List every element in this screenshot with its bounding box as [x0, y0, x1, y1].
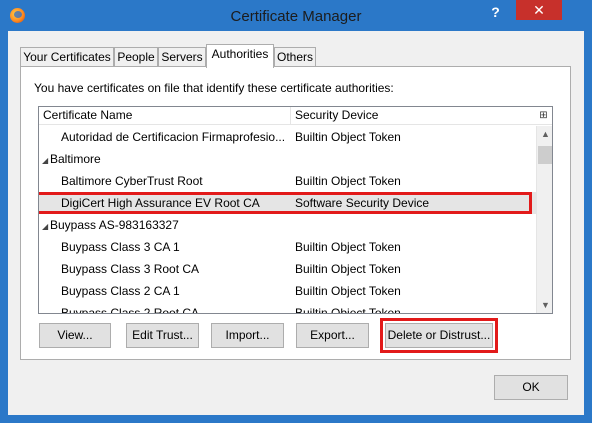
- tab-your-certificates[interactable]: Your Certificates: [20, 47, 114, 67]
- certificate-manager-window: Certificate Manager ? ✕ Your Certificate…: [0, 0, 592, 423]
- close-button[interactable]: ✕: [516, 0, 562, 20]
- cert-name: Buypass Class 2 CA 1: [61, 284, 180, 298]
- dialog-body: Your Certificates People Servers Authori…: [8, 31, 584, 415]
- tree-header: Certificate Name Security Device ⊞: [39, 107, 552, 125]
- cert-device: Builtin Object Token: [295, 262, 401, 276]
- cert-row[interactable]: Buypass Class 2 Root CA Builtin Object T…: [39, 302, 536, 314]
- cert-row[interactable]: Buypass Class 3 Root CA Builtin Object T…: [39, 258, 536, 280]
- scroll-up-icon[interactable]: ▲: [537, 126, 552, 143]
- expand-triangle-icon[interactable]: ◢: [42, 150, 50, 172]
- tab-others[interactable]: Others: [274, 47, 316, 67]
- cert-name: Autoridad de Certificacion Firmaprofesio…: [61, 130, 286, 144]
- group-label: ◢ Buypass AS-983163327: [42, 214, 270, 238]
- group-name: Baltimore: [50, 152, 101, 166]
- cert-name: Buypass Class 3 Root CA: [61, 262, 200, 276]
- view-button[interactable]: View...: [39, 323, 111, 348]
- edit-trust-button[interactable]: Edit Trust...: [126, 323, 199, 348]
- help-button[interactable]: ?: [482, 2, 509, 22]
- cert-name: DigiCert High Assurance EV Root CA: [61, 196, 260, 210]
- column-picker-icon[interactable]: ⊞: [537, 109, 550, 122]
- column-header-security-device[interactable]: Security Device: [291, 107, 536, 125]
- ok-button[interactable]: OK: [494, 375, 568, 400]
- cert-device: Builtin Object Token: [295, 240, 401, 254]
- import-button[interactable]: Import...: [211, 323, 284, 348]
- cert-row[interactable]: Buypass Class 2 CA 1 Builtin Object Toke…: [39, 280, 536, 302]
- column-header-certificate-name[interactable]: Certificate Name: [39, 107, 291, 125]
- cert-device: Software Security Device: [295, 196, 430, 210]
- certificate-tree[interactable]: Certificate Name Security Device ⊞ Autor…: [38, 106, 553, 314]
- cert-device: Builtin Object Token: [295, 130, 401, 144]
- authorities-panel: You have certificates on file that ident…: [20, 66, 571, 360]
- delete-or-distrust-button[interactable]: Delete or Distrust...: [380, 318, 498, 353]
- tab-authorities[interactable]: Authorities: [206, 44, 274, 68]
- group-row-baltimore[interactable]: ◢ Baltimore: [39, 148, 536, 170]
- cert-row-selected[interactable]: DigiCert High Assurance EV Root CA Softw…: [39, 192, 536, 214]
- scrollbar-thumb[interactable]: [538, 146, 552, 164]
- group-name: Buypass AS-983163327: [50, 218, 179, 232]
- tab-people[interactable]: People: [114, 47, 158, 67]
- export-button[interactable]: Export...: [296, 323, 369, 348]
- title-bar[interactable]: Certificate Manager ? ✕: [0, 0, 592, 31]
- cert-row[interactable]: Buypass Class 3 CA 1 Builtin Object Toke…: [39, 236, 536, 258]
- tab-servers[interactable]: Servers: [158, 47, 206, 67]
- authorities-intro-text: You have certificates on file that ident…: [34, 81, 394, 95]
- cert-device: Builtin Object Token: [295, 306, 401, 314]
- certificate-rows: Autoridad de Certificacion Firmaprofesio…: [39, 126, 536, 314]
- vertical-scrollbar[interactable]: ▲ ▼: [536, 126, 552, 313]
- group-row-buypass[interactable]: ◢ Buypass AS-983163327: [39, 214, 536, 236]
- group-label: ◢ Baltimore: [42, 148, 270, 172]
- cert-row[interactable]: Autoridad de Certificacion Firmaprofesio…: [39, 126, 536, 148]
- expand-triangle-icon[interactable]: ◢: [42, 216, 50, 238]
- cert-device: Builtin Object Token: [295, 284, 401, 298]
- cert-device: Builtin Object Token: [295, 174, 401, 188]
- cert-name: Buypass Class 2 Root CA: [61, 306, 200, 314]
- scroll-down-icon[interactable]: ▼: [537, 297, 552, 313]
- cert-name: Buypass Class 3 CA 1: [61, 240, 180, 254]
- cert-name: Baltimore CyberTrust Root: [61, 174, 203, 188]
- cert-row[interactable]: Baltimore CyberTrust Root Builtin Object…: [39, 170, 536, 192]
